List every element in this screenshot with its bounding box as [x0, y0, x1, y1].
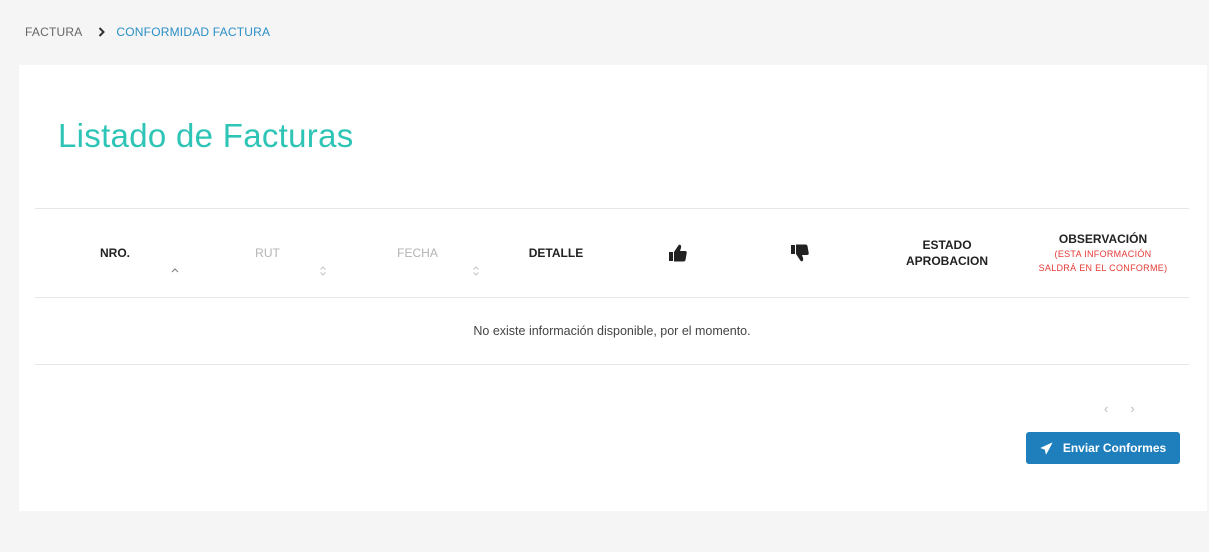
breadcrumb-item-current: CONFORMIDAD FACTURA	[116, 25, 271, 39]
table-header: NRO. RUT FECHA DETALLE ESTADO APROBACION…	[35, 208, 1189, 298]
pagination: ‹ ›	[1104, 401, 1135, 416]
page-title: Listado de Facturas	[58, 117, 354, 154]
sort-both-icon[interactable]	[472, 265, 480, 277]
column-header-nro[interactable]: NRO.	[35, 209, 195, 297]
column-header-approve	[617, 209, 739, 297]
observacion-note-line1: (ESTA INFORMACIÓN	[1054, 249, 1152, 259]
empty-state-row: No existe información disponible, por el…	[35, 298, 1189, 365]
column-header-nro-label: NRO.	[100, 246, 130, 260]
next-page-button[interactable]: ›	[1130, 401, 1134, 416]
column-header-observacion: OBSERVACIÓN (ESTA INFORMACIÓN SALDRÁ EN …	[1017, 209, 1189, 297]
invoice-table: NRO. RUT FECHA DETALLE ESTADO APROBACION…	[35, 208, 1189, 365]
column-header-estado-line1: ESTADO	[922, 238, 972, 252]
breadcrumb-item-factura[interactable]: FACTURA	[25, 25, 82, 39]
send-conformes-button[interactable]: Enviar Conformes	[1026, 432, 1180, 464]
chevron-right-icon	[99, 27, 106, 37]
column-header-detalle-label: DETALLE	[528, 246, 584, 260]
column-header-detalle: DETALLE	[495, 209, 617, 297]
observacion-note-line2: SALDRÁ EN EL CONFORME)	[1038, 263, 1168, 273]
column-header-fecha-label: FECHA	[397, 246, 438, 260]
column-header-observacion-label: OBSERVACIÓN	[1058, 232, 1148, 246]
column-header-reject	[739, 209, 861, 297]
sort-ascending-icon[interactable]	[171, 267, 179, 273]
content-card: Listado de Facturas NRO. RUT FECHA DETAL…	[19, 65, 1207, 511]
send-conformes-label: Enviar Conformes	[1062, 441, 1167, 455]
column-header-fecha[interactable]: FECHA	[340, 209, 495, 297]
paper-plane-icon	[1040, 442, 1053, 454]
thumbs-down-icon	[791, 244, 809, 262]
column-header-estado-line2: APROBACION	[905, 254, 988, 268]
thumbs-up-icon	[669, 244, 687, 262]
empty-state-message: No existe información disponible, por el…	[473, 324, 751, 338]
column-header-rut-label: RUT	[255, 246, 280, 260]
sort-both-icon[interactable]	[319, 265, 327, 277]
previous-page-button[interactable]: ‹	[1104, 401, 1108, 416]
column-header-estado: ESTADO APROBACION	[877, 209, 1017, 297]
column-header-rut[interactable]: RUT	[195, 209, 340, 297]
breadcrumb: FACTURA CONFORMIDAD FACTURA	[25, 25, 270, 39]
